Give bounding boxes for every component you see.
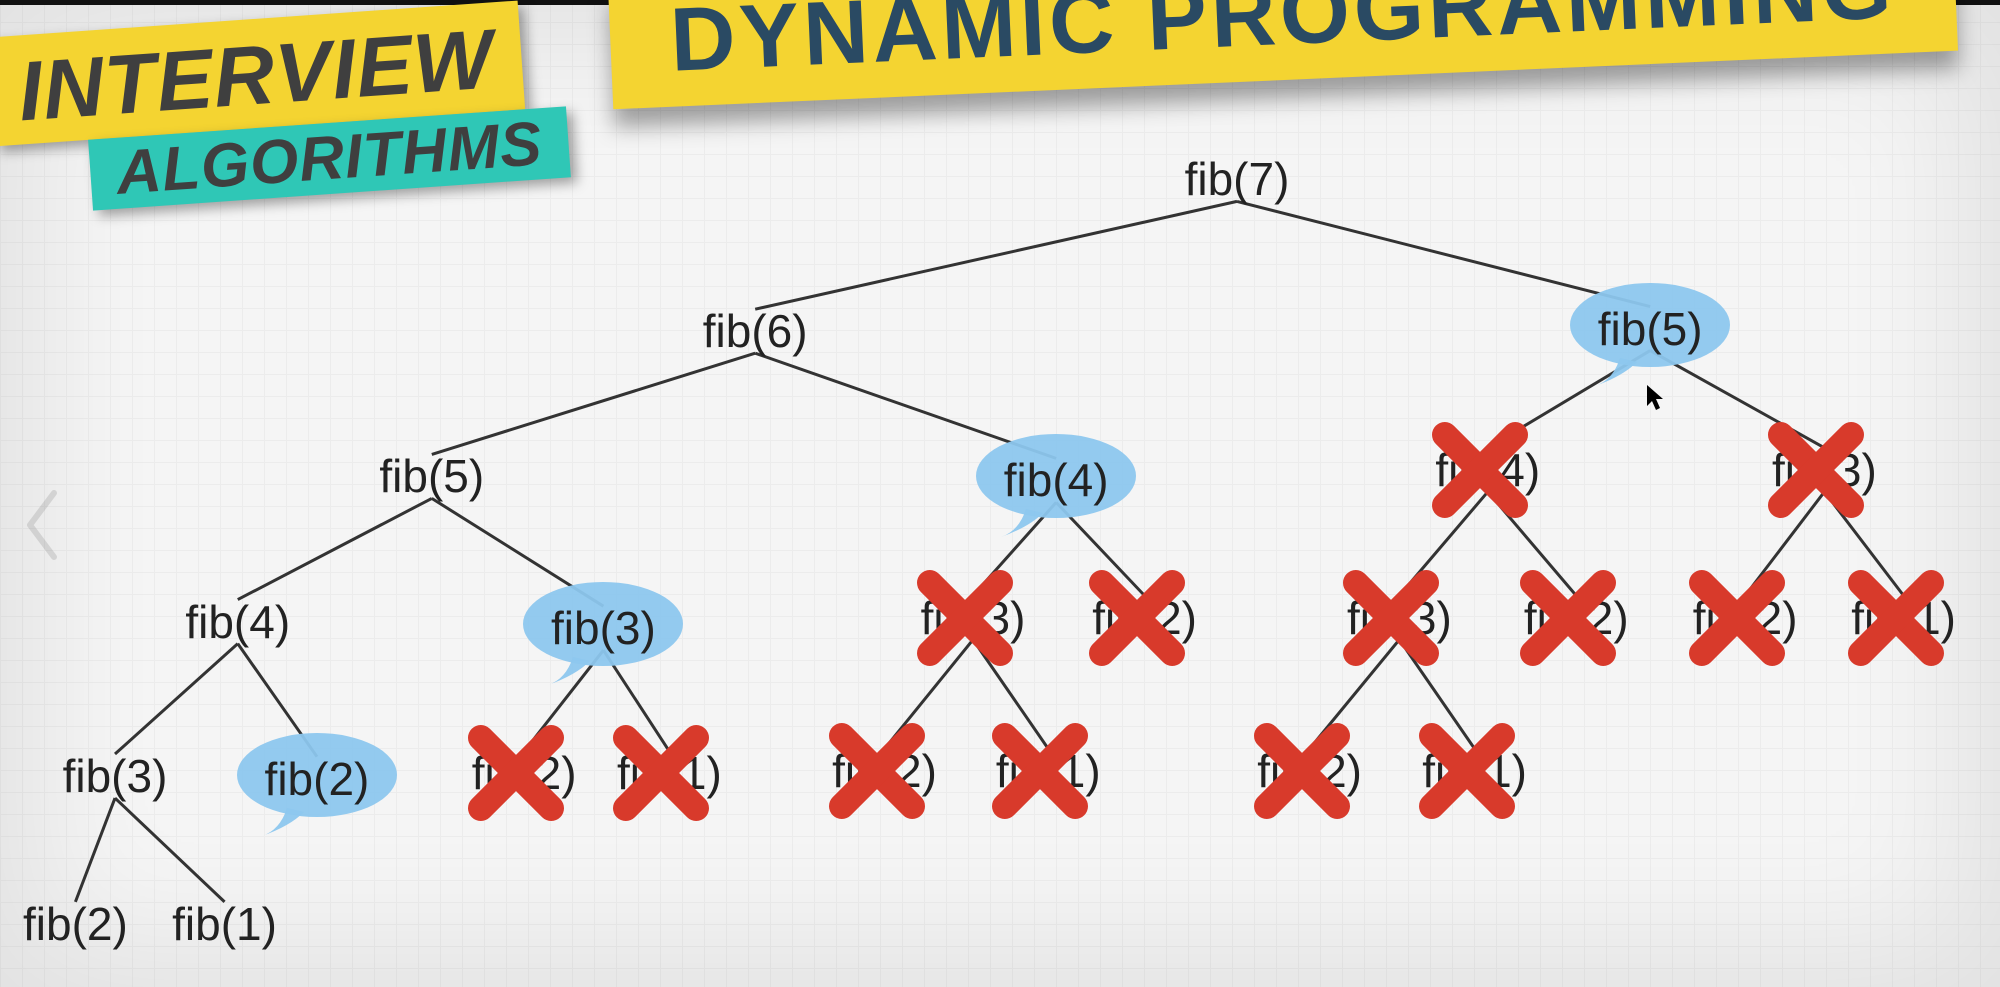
tree-node: fib(4) (185, 595, 290, 649)
tree-node: fib(4) (1004, 453, 1109, 507)
previous-arrow-icon[interactable] (18, 485, 66, 565)
tree-node: fib(2) (23, 897, 128, 951)
tree-node: fib(3) (63, 749, 168, 803)
tree-node: fib(5) (1598, 302, 1703, 356)
tree-node: fib(2) (1257, 744, 1362, 798)
tree-node: fib(2) (1524, 591, 1629, 645)
tree-node: fib(7) (1185, 152, 1290, 206)
tree-node: fib(1) (996, 744, 1101, 798)
tree-node: fib(4) (1435, 443, 1540, 497)
tree-node: fib(2) (472, 746, 577, 800)
tree-node: fib(3) (1347, 591, 1452, 645)
tree-node: fib(1) (617, 746, 722, 800)
tree-node: fib(6) (703, 304, 808, 358)
tree-node: fib(2) (1693, 591, 1798, 645)
tree-node: fib(5) (379, 449, 484, 503)
tree-node: fib(2) (1092, 591, 1197, 645)
tree-node: fib(2) (265, 752, 370, 806)
tree-node: fib(2) (832, 744, 937, 798)
tree-node: fib(1) (1851, 591, 1956, 645)
tree-node: fib(3) (921, 591, 1026, 645)
tree-node: fib(1) (172, 897, 277, 951)
tree-node: fib(1) (1422, 744, 1527, 798)
tree-node: fib(3) (1772, 443, 1877, 497)
tree-node: fib(3) (551, 601, 656, 655)
mouse-cursor-icon (1646, 384, 1666, 412)
